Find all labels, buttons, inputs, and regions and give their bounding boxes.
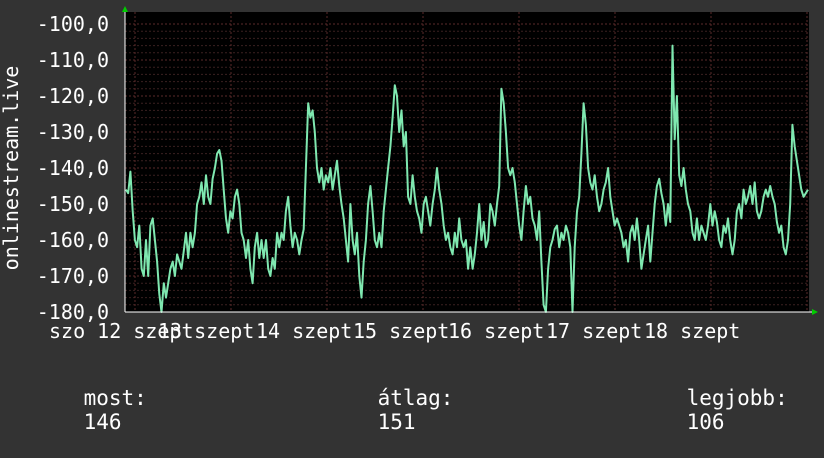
line-chart: -100,0 -110,0 -120,0 -130,0 -140,0 -150,0 -160… (0, 6, 818, 343)
chart-stage: -100,0 -110,0 -120,0 -130,0 -140,0 -150,0 -160… (0, 0, 824, 434)
stat-best-value: 106 (686, 410, 725, 434)
y-tick-label: -120,0 (37, 84, 109, 108)
x-axis-arrow-icon (812, 309, 818, 315)
stat-average: átlag: 151 (327, 362, 454, 458)
x-tick-label: 15 szept (353, 319, 449, 343)
stat-best-label: legjobb: (686, 386, 788, 410)
x-tick-label: 16 szept (448, 319, 544, 343)
stat-current-label: most: (83, 386, 147, 410)
x-tick-label: 17 szept (546, 319, 642, 343)
x-tick-labels: szo 12 szept13 szept 14 szept 15 szept16 s… (49, 319, 740, 343)
stat-average-label: átlag: (377, 386, 454, 410)
y-tick-label: -100,0 (37, 12, 109, 36)
y-tick-label: -160,0 (37, 228, 109, 252)
stat-best: legjobb: 106 (636, 362, 788, 458)
x-tick-label: 14 szept (256, 319, 352, 343)
y-tick-labels: -100,0 -110,0 -120,0 -130,0 -140,0 -150,0 -160… (37, 12, 109, 324)
y-tick-label: -140,0 (37, 156, 109, 180)
x-tick-label: 13 szept (158, 319, 254, 343)
y-tick-label: -150,0 (37, 192, 109, 216)
y-tick-label: -130,0 (37, 120, 109, 144)
y-axis-label: onlinestream.live (0, 66, 23, 271)
y-axis-arrow-icon (122, 6, 128, 12)
stat-current-value: 146 (83, 410, 122, 434)
x-tick-label: 18 szept (644, 319, 740, 343)
y-tick-label: -170,0 (37, 264, 109, 288)
y-tick-label: -110,0 (37, 48, 109, 72)
stat-average-value: 151 (377, 410, 416, 434)
stat-current: most: 146 (33, 362, 147, 458)
